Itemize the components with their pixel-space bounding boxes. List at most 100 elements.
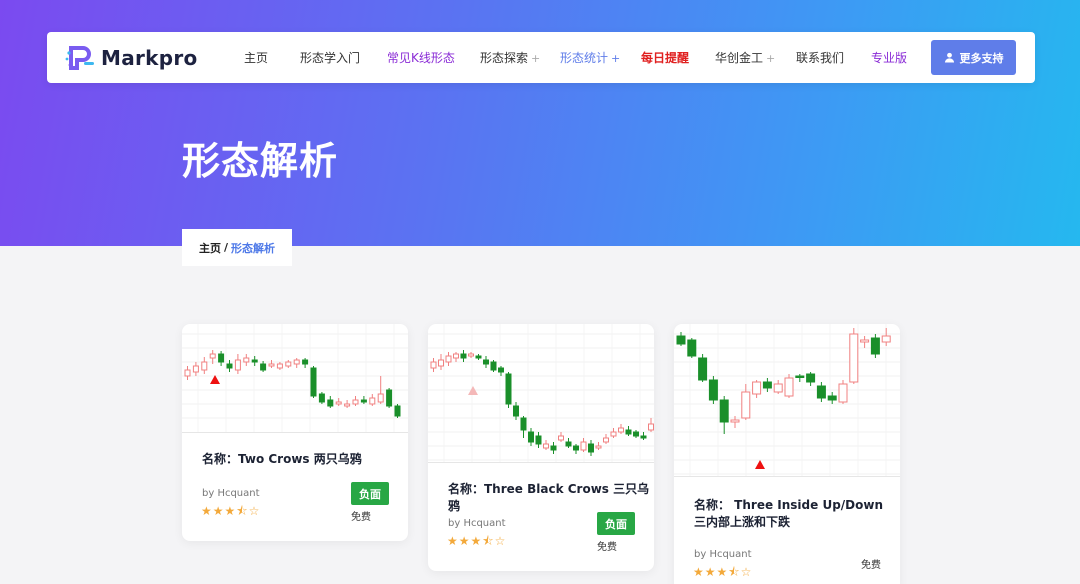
rating-stars: ★★★⯪☆ [201, 504, 261, 518]
candle-body [806, 373, 816, 383]
page-title: 形态解析 [182, 139, 339, 183]
candle-body [475, 355, 482, 359]
candle-body [234, 359, 241, 371]
price-label: 免费 [861, 560, 881, 571]
card-author: by Hcquant [694, 549, 752, 560]
candle-body [595, 445, 602, 449]
candle-body [827, 395, 837, 401]
candle-body [498, 367, 504, 373]
candle-body [468, 353, 474, 357]
candle-body [648, 423, 654, 431]
brand-name: Markpro [101, 46, 198, 70]
candle-body [535, 435, 542, 445]
candle-body [719, 399, 729, 423]
card-title: 名称：Three Black Crows 三只乌鸦 [448, 482, 650, 513]
candle-body [565, 441, 572, 447]
nav-item-huachuang[interactable]: 华创金工 + [715, 49, 775, 66]
nav-item-daily-alert[interactable]: 每日提醒 [641, 49, 689, 66]
candle-body [752, 381, 762, 395]
candle-body [543, 443, 549, 449]
card-title: 名称：Two Crows 两只乌鸦 [202, 452, 362, 466]
nav-item-pro[interactable]: 专业版 [871, 49, 907, 66]
candle-body [558, 435, 564, 441]
candlestick-chart-three-inside [674, 324, 900, 476]
nav-item-home[interactable]: 主页 [244, 49, 268, 66]
markpro-logo-icon [65, 46, 94, 70]
candle-body [318, 393, 325, 403]
pattern-card[interactable]: 名称：Three Black Crows 三只乌鸦 by Hcquant ★★★… [428, 324, 654, 571]
candle-body [302, 359, 309, 365]
candle-body [344, 403, 351, 407]
breadcrumb-home[interactable]: 主页 [199, 240, 221, 256]
brand-logo[interactable]: Markpro [65, 43, 198, 73]
candle-body [580, 441, 587, 451]
card-author: by Hcquant [202, 488, 260, 499]
sentiment-badge: 负面 [351, 482, 389, 505]
nav-item-contact[interactable]: 联系我们 [796, 49, 844, 66]
card-divider [428, 462, 654, 463]
candle-body [360, 399, 367, 403]
candle-body [784, 377, 794, 397]
nav-item-explore[interactable]: 形态探索 + [480, 49, 540, 66]
candle-body [860, 339, 870, 343]
candle-body [528, 431, 534, 443]
candlestick-chart-two-crows [182, 324, 408, 432]
candle-body [640, 435, 647, 439]
breadcrumb-current: 形态解析 [231, 241, 276, 255]
candle-body [260, 363, 267, 371]
nav-item-common-patterns[interactable]: 常见K线形态 [387, 49, 455, 66]
user-icon [944, 52, 954, 63]
candle-body [505, 373, 512, 405]
price-label: 免费 [351, 512, 371, 523]
candle-body [610, 431, 617, 437]
candle-body [483, 359, 489, 365]
card-divider [674, 476, 900, 477]
rating-stars: ★★★⯪☆ [693, 565, 753, 579]
expand-plus-icon: + [611, 52, 621, 65]
candle-body [550, 445, 557, 451]
candle-body [335, 401, 342, 405]
candle-body [625, 429, 632, 435]
candle-body [603, 437, 609, 443]
more-support-button[interactable]: 更多支持 [931, 40, 1016, 75]
sentiment-badge: 负面 [597, 512, 635, 535]
card-title: 名称： Three Inside Up/Down 三内部上涨和下跌 [694, 498, 884, 529]
candle-body [352, 399, 359, 405]
pattern-card[interactable]: 名称：Two Crows 两只乌鸦 by Hcquant ★★★⯪☆ 负面 免费 [182, 324, 408, 541]
candle-body [445, 355, 452, 363]
expand-plus-icon: + [766, 52, 776, 65]
candle-body [795, 375, 805, 378]
candle-body [676, 335, 686, 345]
candle-body [870, 337, 880, 355]
candle-body [268, 363, 275, 367]
candle-body [184, 369, 191, 377]
candle-body [310, 367, 317, 397]
candle-body [276, 363, 283, 369]
candle-body [226, 363, 233, 369]
candle-body [490, 361, 497, 371]
candle-body [520, 417, 527, 431]
candle-body [687, 339, 697, 357]
candle-body [633, 431, 639, 437]
candle-body [285, 361, 292, 367]
candle-body [327, 399, 334, 407]
candle-body [741, 391, 751, 419]
top-navbar: Markpro 主页 形态学入门 常见K线形态 形态探索 + 形态统计 + 每日提醒… [47, 32, 1035, 83]
pattern-card[interactable]: 名称： Three Inside Up/Down 三内部上涨和下跌 by Hcq… [674, 324, 900, 584]
rating-stars: ★★★⯪☆ [447, 534, 507, 548]
candle-body [192, 365, 199, 373]
candle-body [460, 353, 467, 359]
candle-body [369, 397, 376, 405]
candle-body [762, 381, 772, 389]
candle-body [698, 357, 708, 381]
breadcrumb: 主页 / 形态解析 [182, 229, 292, 266]
candle-body [438, 359, 444, 367]
nav-item-statistics[interactable]: 形态统计 + [560, 49, 620, 66]
nav-item-basics[interactable]: 形态学入门 [300, 49, 360, 66]
price-label: 免费 [597, 542, 617, 553]
candle-body [430, 361, 437, 369]
candle-body [394, 405, 401, 417]
candle-body [618, 427, 624, 433]
candle-body [838, 383, 848, 403]
candle-body [251, 359, 258, 363]
